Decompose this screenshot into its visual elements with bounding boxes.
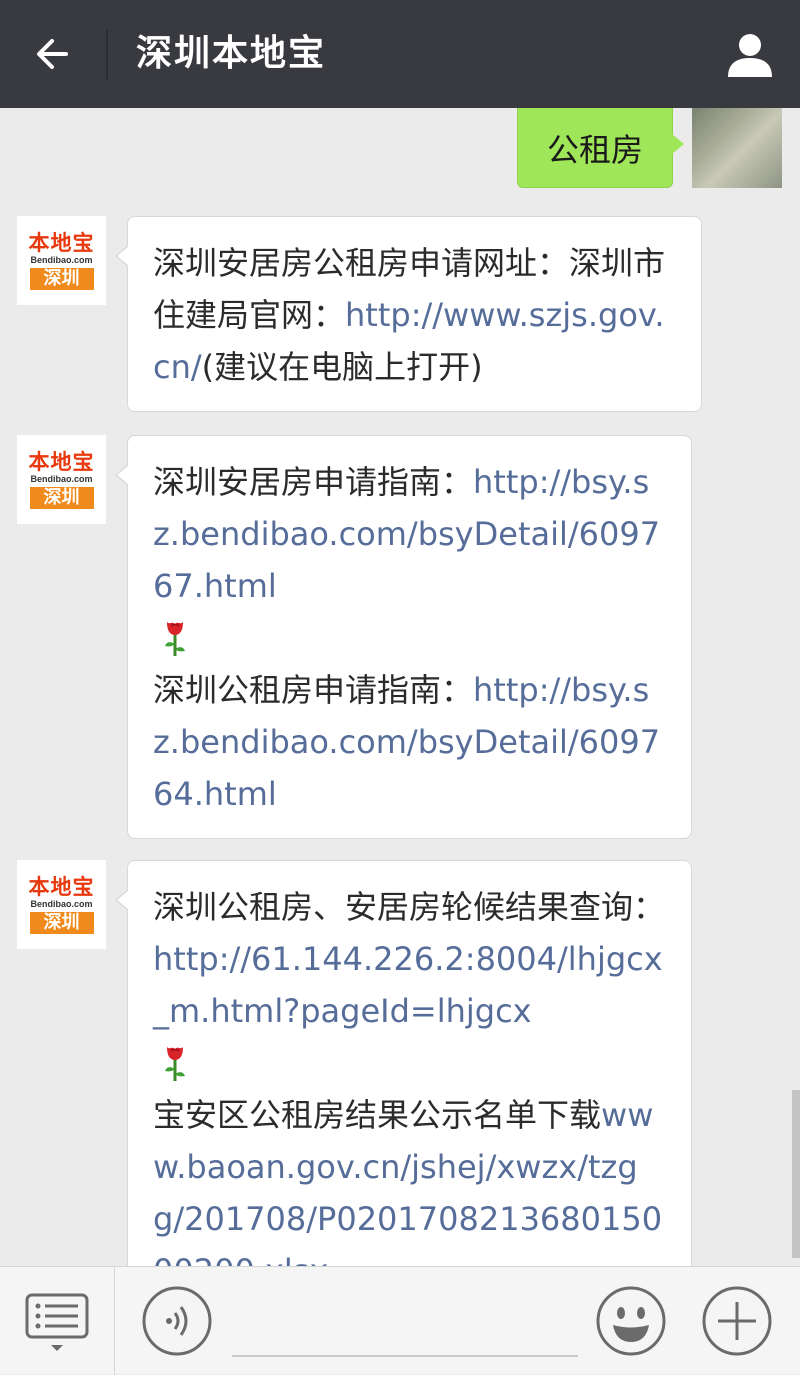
- logo-domain-text: Bendibao.com: [30, 898, 93, 909]
- scrollbar-thumb[interactable]: [792, 1090, 800, 1258]
- chat-area[interactable]: 公租房 本地宝 Bendibao.com 深圳 深圳安居房公租房申请网址：深圳市…: [0, 108, 800, 1268]
- voice-button[interactable]: [142, 1286, 212, 1356]
- voice-icon: [142, 1286, 212, 1356]
- outgoing-message-text: 公租房: [546, 130, 643, 169]
- profile-button[interactable]: [722, 26, 778, 82]
- user-avatar[interactable]: [692, 108, 782, 188]
- logo-domain-text: Bendibao.com: [30, 254, 93, 265]
- outgoing-message-bubble[interactable]: 公租房: [517, 108, 684, 188]
- message-bubble[interactable]: 深圳公租房、安居房轮候结果查询： http://61.144.226.2:8004…: [115, 860, 692, 1268]
- message-input[interactable]: [232, 1355, 578, 1357]
- bottom-bar: [0, 1266, 800, 1375]
- logo-city-text: 深圳: [29, 267, 94, 290]
- smiley-icon: [596, 1286, 666, 1356]
- rose-icon: [165, 622, 185, 656]
- menu-button[interactable]: [22, 1287, 92, 1357]
- logo-brand-text: 本地宝: [28, 230, 95, 255]
- emoji-button[interactable]: [596, 1286, 666, 1356]
- plus-icon: [702, 1286, 772, 1356]
- logo-brand-text: 本地宝: [28, 874, 95, 899]
- message-link[interactable]: http://61.144.226.2:8004/lhjgcx_m.html?p…: [153, 940, 663, 1030]
- logo-brand-text: 本地宝: [28, 449, 95, 474]
- message-text: 深圳公租房、安居房轮候结果查询：: [153, 888, 666, 926]
- message-bubble[interactable]: 深圳安居房公租房申请网址：深圳市住建局官网：http://www.szjs.go…: [115, 216, 702, 412]
- message-text: (建议在电脑上打开): [201, 348, 483, 386]
- logo-city-text: 深圳: [29, 486, 94, 509]
- plus-button[interactable]: [702, 1286, 772, 1356]
- message-text: 宝安区公租房结果公示名单下载: [153, 1096, 602, 1134]
- bottom-bar-divider: [114, 1267, 115, 1375]
- account-avatar[interactable]: 本地宝 Bendibao.com 深圳: [17, 216, 106, 305]
- account-avatar[interactable]: 本地宝 Bendibao.com 深圳: [17, 435, 106, 524]
- message-bubble[interactable]: 深圳安居房申请指南：http://bsy.sz.bendibao.com/bsy…: [115, 435, 692, 839]
- account-avatar[interactable]: 本地宝 Bendibao.com 深圳: [17, 860, 106, 949]
- header-divider: [106, 30, 108, 80]
- top-bar: 深圳本地宝: [0, 0, 800, 108]
- rose-icon: [165, 1047, 185, 1081]
- message-text: 深圳公租房申请指南：: [153, 671, 474, 709]
- logo-city-text: 深圳: [29, 911, 94, 934]
- back-arrow-icon: [37, 39, 68, 69]
- person-icon: [728, 34, 772, 77]
- back-button[interactable]: [20, 22, 84, 86]
- logo-domain-text: Bendibao.com: [30, 473, 93, 484]
- page-title: 深圳本地宝: [136, 33, 327, 74]
- message-text: 深圳安居房申请指南：: [153, 463, 474, 501]
- menu-list-icon: [25, 1293, 89, 1351]
